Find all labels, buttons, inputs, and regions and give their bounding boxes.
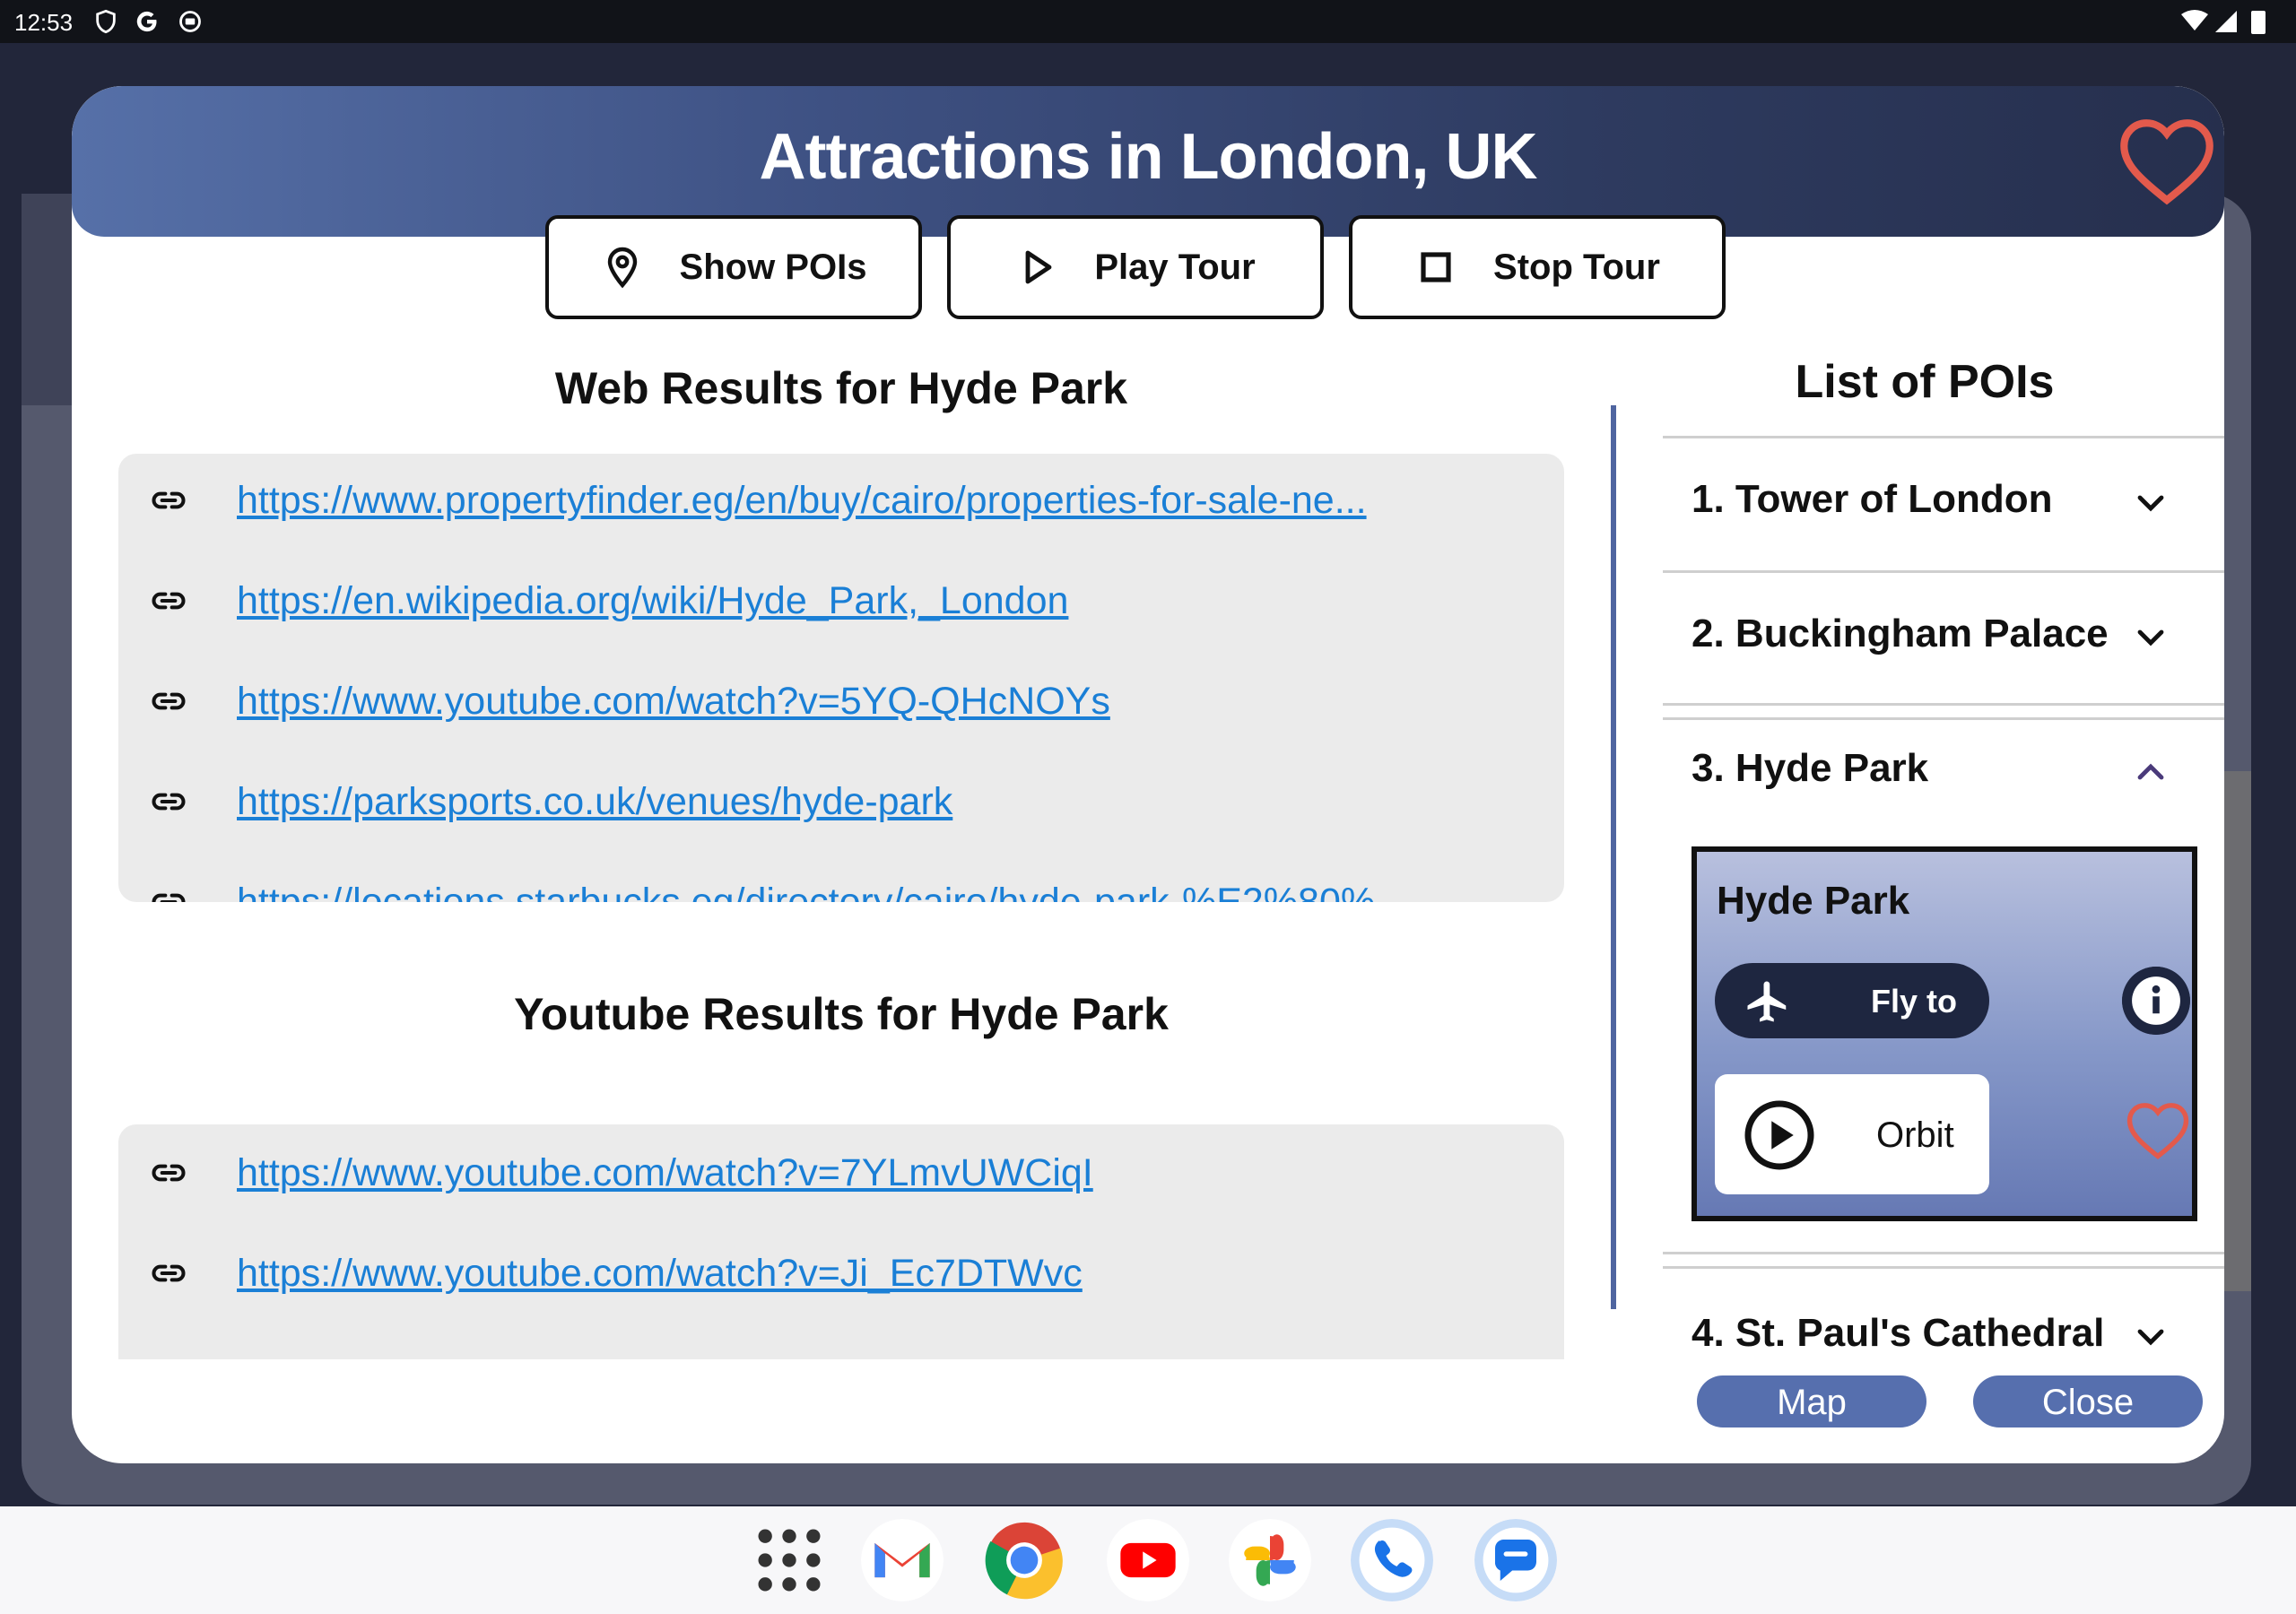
web-result-row[interactable]: https://locations.starbucks.eg/directory…	[118, 875, 1564, 902]
link-icon	[152, 491, 186, 509]
connectivity-icons	[2181, 10, 2266, 34]
messages-icon[interactable]	[1474, 1519, 1557, 1601]
fly-to-button[interactable]: Fly to	[1715, 963, 1989, 1038]
youtube-result-row[interactable]: https://www.youtube.com/watch?v=Ji_Ec7DT…	[118, 1246, 1564, 1300]
poi-item-label: 2. Buckingham Palace	[1692, 612, 2109, 655]
chevron-down-icon	[2137, 495, 2164, 512]
phone-icon[interactable]	[1351, 1519, 1433, 1601]
play-icon	[1025, 250, 1052, 284]
stop-tour-label: Stop Tour	[1493, 247, 1660, 287]
show-pois-label: Show POIs	[679, 247, 867, 287]
show-pois-button[interactable]: Show POIs	[545, 215, 922, 319]
play-tour-label: Play Tour	[1094, 247, 1256, 287]
link-icon	[152, 692, 186, 710]
dialog-header: Attractions in London, UK	[72, 86, 2224, 237]
youtube-result-link[interactable]: https://www.youtube.com/watch?v=7YLmvUWC…	[237, 1151, 1093, 1195]
poi-item-hyde-park[interactable]: 3. Hyde Park	[1665, 707, 2224, 839]
chevron-down-icon	[2137, 629, 2164, 646]
app-drawer-icon[interactable]	[748, 1519, 831, 1601]
info-icon[interactable]	[2122, 967, 2190, 1035]
chevron-down-icon	[2137, 1329, 2164, 1346]
poi-card-title: Hyde Park	[1717, 879, 1910, 923]
web-result-row[interactable]: https://www.propertyfinder.eg/en/buy/cai…	[118, 473, 1564, 527]
status-bar: 12:53	[0, 0, 2296, 43]
divider	[1663, 1252, 2224, 1254]
web-result-link[interactable]: https://locations.starbucks.eg/directory…	[237, 881, 1375, 903]
poi-item-buckingham-palace[interactable]: 2. Buckingham Palace	[1665, 572, 2224, 705]
youtube-results-title: Youtube Results for Hyde Park	[514, 989, 1169, 1039]
vertical-divider	[1611, 405, 1616, 1309]
play-tour-button[interactable]: Play Tour	[947, 215, 1324, 319]
web-results-list: https://www.propertyfinder.eg/en/buy/cai…	[118, 454, 1564, 902]
taskbar	[0, 1506, 2296, 1614]
heart-icon[interactable]	[2117, 117, 2217, 206]
shield-icon	[96, 9, 116, 34]
web-result-link[interactable]: https://www.youtube.com/watch?v=5YQ-QHcN…	[237, 680, 1110, 724]
heart-icon[interactable]	[2126, 1101, 2190, 1160]
link-icon	[152, 1164, 186, 1182]
web-result-row[interactable]: https://en.wikipedia.org/wiki/Hyde_Park,…	[118, 574, 1564, 628]
dialog-title: Attractions in London, UK	[759, 121, 1538, 193]
poi-list-title: List of POIs	[1795, 356, 2055, 408]
orbit-label: Orbit	[1876, 1115, 1954, 1155]
web-result-link[interactable]: https://www.propertyfinder.eg/en/buy/cai…	[237, 479, 1367, 523]
orbit-button[interactable]: Orbit	[1715, 1074, 1989, 1194]
media-icon	[179, 11, 201, 32]
chrome-icon[interactable]	[983, 1519, 1065, 1601]
close-button[interactable]: Close	[1973, 1375, 2203, 1427]
link-icon	[152, 893, 186, 902]
background-strip	[22, 194, 72, 405]
google-icon	[136, 11, 157, 32]
chevron-up-icon	[2137, 763, 2164, 780]
youtube-result-row[interactable]: https://www.youtube.com/watch?v=7YLmvUWC…	[118, 1146, 1564, 1200]
poi-item-label: 1. Tower of London	[1692, 477, 2053, 521]
fly-to-label: Fly to	[1871, 983, 1957, 1020]
poi-item-label: 4. St. Paul's Cathedral	[1692, 1311, 2105, 1355]
web-results-title: Web Results for Hyde Park	[554, 363, 1128, 413]
divider	[1663, 703, 2224, 706]
location-pin-icon	[607, 247, 637, 289]
status-time: 12:53	[14, 9, 74, 36]
web-result-row[interactable]: https://parksports.co.uk/venues/hyde-par…	[118, 775, 1564, 829]
youtube-results-list: https://www.youtube.com/watch?v=7YLmvUWC…	[118, 1124, 1564, 1359]
youtube-icon[interactable]	[1107, 1519, 1189, 1601]
web-result-link[interactable]: https://en.wikipedia.org/wiki/Hyde_Park,…	[237, 579, 1068, 623]
background-image-strip	[2224, 771, 2251, 1291]
stop-tour-button[interactable]: Stop Tour	[1349, 215, 1726, 319]
gmail-icon[interactable]	[861, 1519, 944, 1601]
poi-item-label: 3. Hyde Park	[1692, 746, 1929, 790]
web-result-link[interactable]: https://parksports.co.uk/venues/hyde-par…	[237, 780, 952, 824]
youtube-result-link[interactable]: https://www.youtube.com/watch?v=Ji_Ec7DT…	[237, 1252, 1083, 1296]
web-result-row[interactable]: https://www.youtube.com/watch?v=5YQ-QHcN…	[118, 674, 1564, 728]
divider	[1663, 1266, 2224, 1269]
map-button[interactable]: Map	[1697, 1375, 1926, 1427]
link-icon	[152, 1264, 186, 1282]
link-icon	[152, 793, 186, 811]
play-circle-icon	[1744, 1100, 1814, 1170]
poi-item-tower-of-london[interactable]: 1. Tower of London	[1665, 438, 2224, 570]
link-icon	[152, 592, 186, 610]
stop-icon	[1421, 252, 1451, 282]
airplane-icon	[1747, 981, 1787, 1022]
attractions-dialog: Attractions in London, UK Show POIs Play…	[72, 86, 2224, 1463]
photos-icon[interactable]	[1229, 1519, 1311, 1601]
poi-card-hyde-park: Hyde Park Fly to Orbit	[1692, 846, 2197, 1221]
